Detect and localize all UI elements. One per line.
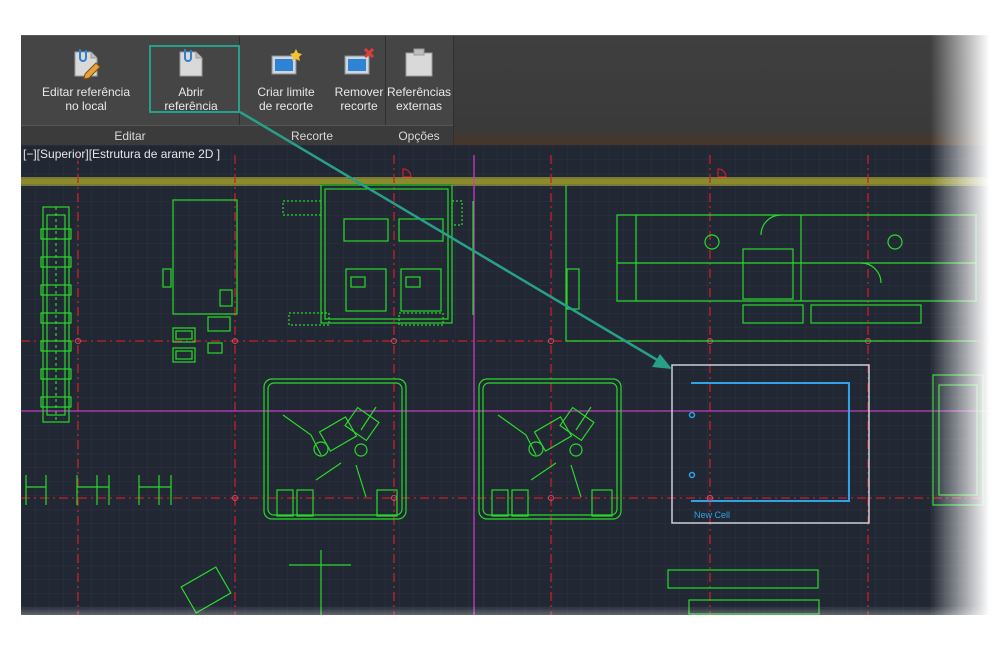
panel-title-recorte: Recorte [239,125,385,146]
external-references-label-1: Referências [387,85,452,99]
edge-fade-bottom [0,606,1000,651]
remove-clip-icon [344,47,375,75]
cad-drawing: New Cell [21,145,1000,615]
new-cell-label: New Cell [694,510,730,520]
viewport-controls-label[interactable]: [−][Superior][Estrutura de arame 2D ] [23,147,221,161]
panel-title-opcoes: Opções [385,125,453,146]
open-reference-highlight [149,45,240,113]
ribbon-empty-area [453,36,1000,146]
external-references-button[interactable]: Referências externas [387,42,451,120]
wall-band [21,179,1000,184]
external-references-icon [405,48,433,77]
remove-clip-label-2: recorte [340,99,378,113]
autocad-window: Editar referência no local Abrir referên… [21,35,1000,615]
create-clip-icon [271,49,302,75]
edit-reference-label-1: Editar referência [41,85,131,99]
edit-reference-label-2: no local [65,99,107,113]
create-clip-label-1: Criar limite [257,85,315,99]
edge-fade-right [930,0,1000,620]
create-clip-label-2: de recorte [258,99,314,113]
remove-clip-label-1: Remover [334,85,384,99]
edit-reference-in-place-button[interactable]: Editar referência no local [35,42,137,120]
panel-recorte: Criar limite de recorte Remover recorte … [239,36,386,146]
edit-reference-icon [74,49,101,80]
drawing-viewport[interactable]: [−][Superior][Estrutura de arame 2D ] Ne… [21,145,1000,615]
panel-title-editar: Editar [21,125,239,146]
panel-opcoes: Referências externas Opções [385,36,454,146]
external-references-label-2: externas [395,99,443,113]
remove-clip-button[interactable]: Remover recorte [333,42,385,120]
create-clip-boundary-button[interactable]: Criar limite de recorte [253,42,319,120]
